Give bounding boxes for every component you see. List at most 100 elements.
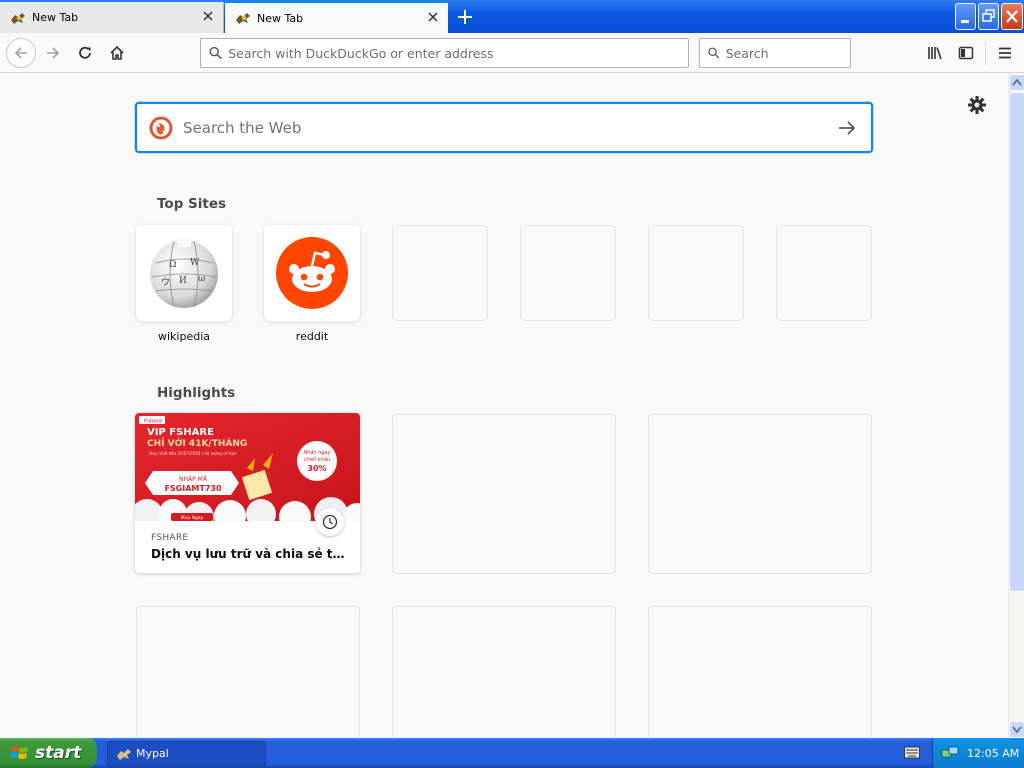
svg-text:ω: ω [198, 274, 205, 284]
address-bar[interactable] [200, 38, 689, 68]
library-button[interactable] [921, 39, 949, 67]
svg-text:ウ: ウ [161, 277, 170, 288]
mypal-favicon-icon [117, 748, 131, 760]
highlights-title: Highlights [157, 385, 236, 401]
start-label: start [35, 743, 82, 763]
library-icon [928, 47, 942, 60]
svg-text:Ω: Ω [169, 260, 176, 270]
menu-button[interactable] [991, 39, 1019, 67]
highlight-empty-slot [392, 606, 616, 738]
taskbar: start Mypal 12:05 AM [0, 738, 1024, 768]
vertical-scrollbar[interactable] [1008, 74, 1024, 738]
svg-text:Duy nhất đến 31/07/2020 | Số l: Duy nhất đến 31/07/2020 | Số lượng có hạ… [149, 451, 237, 456]
highlight-empty-slot [392, 414, 616, 574]
windows-logo-icon [10, 746, 28, 759]
top-sites-title: Top Sites [157, 196, 227, 212]
top-site-wikipedia[interactable]: Ω W И ウ ω [136, 225, 232, 321]
tab-label: New Tab [257, 11, 304, 25]
mypal-favicon-icon [11, 12, 25, 24]
reload-button[interactable] [71, 39, 99, 67]
highlight-empty-slot [648, 414, 872, 574]
forward-button[interactable] [39, 39, 67, 67]
search-input[interactable] [725, 45, 850, 61]
scroll-thumb[interactable] [1009, 92, 1024, 592]
reload-icon [79, 46, 91, 59]
close-icon[interactable] [426, 10, 440, 24]
chevron-down-icon [1012, 726, 1022, 734]
tab-new-tab-2[interactable]: New Tab [225, 1, 448, 33]
clock-icon [316, 508, 344, 536]
hamburger-menu-icon [999, 47, 1011, 59]
chevron-up-icon [1012, 78, 1022, 86]
top-site-empty-slot[interactable] [520, 225, 616, 321]
close-icon [1006, 10, 1018, 23]
restore-icon [982, 9, 995, 22]
network-icon[interactable] [941, 745, 959, 761]
search-bar[interactable] [699, 38, 851, 68]
minimize-button[interactable] [955, 3, 976, 30]
toolbar-separator [985, 41, 986, 65]
sidebar-button[interactable] [952, 39, 980, 67]
highlight-thumbnail: Fshare VIP FSHARE CHỈ VỚI 41K/THÁNG Duy … [135, 413, 360, 521]
reddit-alien-icon [276, 237, 348, 309]
svg-text:W: W [190, 258, 200, 268]
scroll-up-button[interactable] [1009, 74, 1024, 91]
title-bar: New Tab New Tab [0, 0, 1024, 33]
start-button[interactable]: start [0, 738, 97, 768]
close-icon[interactable] [201, 9, 215, 23]
taskbar-item-label: Mypal [136, 747, 169, 760]
svg-text:Nhận ngay: Nhận ngay [303, 449, 331, 456]
tab-new-tab-1[interactable]: New Tab [0, 2, 224, 33]
tab-label: New Tab [32, 11, 79, 24]
svg-text:CHỈ VỚI 41K/THÁNG: CHỈ VỚI 41K/THÁNG [147, 437, 247, 449]
arrow-right-icon[interactable] [837, 118, 857, 138]
scroll-down-button[interactable] [1009, 721, 1024, 738]
web-search-input[interactable] [183, 118, 803, 137]
highlight-title: Dịch vụ lưu trữ và chia sẻ trực t... [151, 547, 347, 561]
top-site-empty-slot[interactable] [648, 225, 744, 321]
svg-text:И: И [179, 276, 187, 286]
keyboard-icon[interactable] [904, 746, 920, 759]
search-icon [209, 46, 222, 60]
address-input[interactable] [228, 45, 688, 61]
mypal-favicon-icon [236, 13, 250, 24]
web-search-box[interactable] [135, 102, 873, 153]
fshare-promo-banner: Fshare VIP FSHARE CHỈ VỚI 41K/THÁNG Duy … [135, 413, 360, 521]
gear-icon[interactable] [966, 94, 988, 116]
top-site-label: wikipedia [157, 330, 210, 343]
arrow-left-icon [14, 47, 27, 59]
highlight-card-fshare[interactable]: Fshare VIP FSHARE CHỈ VỚI 41K/THÁNG Duy … [135, 413, 360, 573]
top-site-label: reddit [295, 330, 329, 343]
top-site-empty-slot[interactable] [392, 225, 488, 321]
clock: 12:05 AM [967, 746, 1020, 760]
plus-icon [458, 10, 472, 24]
svg-text:VIP FSHARE: VIP FSHARE [147, 427, 214, 438]
duckduckgo-logo-icon [149, 116, 173, 139]
arrow-right-icon [47, 47, 60, 59]
back-button[interactable] [6, 38, 36, 68]
taskbar-item-mypal[interactable]: Mypal [107, 741, 266, 766]
top-site-empty-slot[interactable] [776, 225, 872, 321]
top-site-reddit[interactable] [264, 225, 360, 321]
new-tab-button[interactable] [452, 5, 478, 29]
search-icon [708, 47, 720, 59]
svg-text:NHẬP MÃ: NHẬP MÃ [179, 476, 208, 483]
system-tray: 12:05 AM [932, 738, 1024, 768]
svg-text:FSGIAMT730: FSGIAMT730 [164, 484, 222, 493]
new-tab-page: Top Sites Ω W И ウ [0, 74, 1008, 738]
sidebar-icon [958, 46, 974, 60]
svg-text:30%: 30% [307, 464, 326, 473]
home-button[interactable] [103, 39, 131, 67]
wikipedia-globe-icon: Ω W И ウ ω [150, 239, 218, 308]
restore-button[interactable] [978, 3, 999, 30]
minimize-icon [961, 20, 969, 23]
navigation-toolbar [0, 33, 1024, 73]
home-icon [110, 45, 124, 60]
svg-text:Fshare: Fshare [144, 419, 163, 425]
highlight-source: FSHARE [151, 533, 189, 543]
svg-text:chiết khấu: chiết khấu [304, 456, 330, 463]
window-close-button[interactable] [1001, 3, 1023, 30]
highlight-empty-slot [136, 606, 360, 738]
svg-text:Mua Ngay: Mua Ngay [181, 515, 204, 521]
highlight-empty-slot [648, 606, 872, 738]
